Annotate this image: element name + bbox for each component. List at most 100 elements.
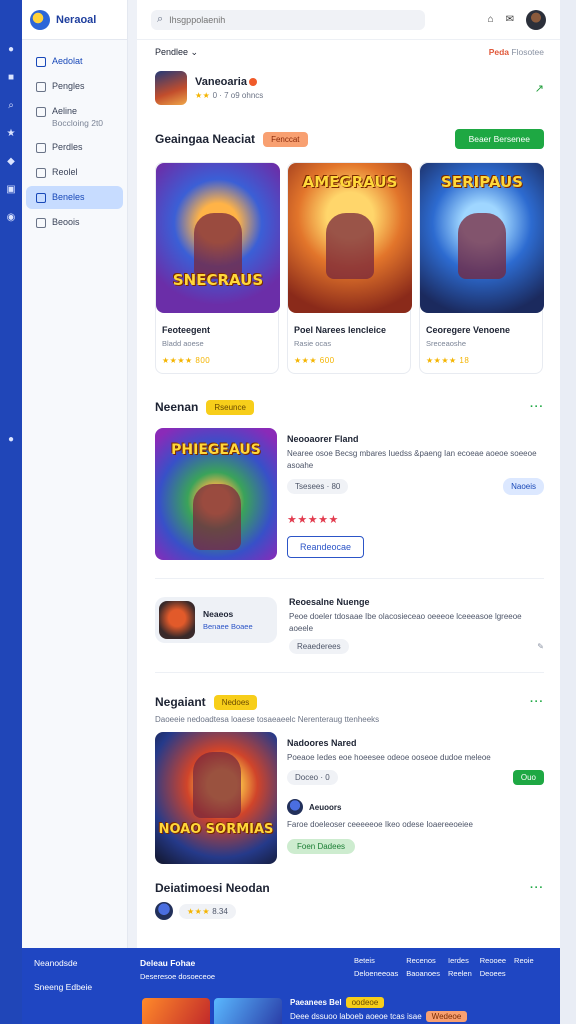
art-title: SNECRAUS	[172, 271, 264, 289]
home-icon	[36, 57, 46, 67]
footer: Neanodsde Sneeng Edbeie Deleau Fohae Des…	[22, 948, 560, 1024]
mini-feature: Neaeos Benaee Boaee Reoesalne Nuenge Peoe…	[155, 597, 544, 654]
footer-link[interactable]: Beteis	[354, 956, 398, 965]
filter-label: Pendlee	[155, 46, 189, 57]
card-rating-text: ★★★★ 18	[426, 356, 470, 365]
filter-right[interactable]: Peda Flosotee	[489, 47, 544, 57]
shield-icon[interactable]: ◆	[5, 156, 17, 168]
mini-side-button[interactable]: Reaederees	[289, 639, 349, 654]
footer-col1: Neanodsde Sneeng Edbeie	[34, 958, 92, 1006]
sidebar-item-title: Aeline	[52, 106, 78, 116]
filter-right-a: Peda	[488, 47, 510, 57]
info-icon[interactable]: ●	[5, 434, 17, 446]
review-row: ★★★ 8.34	[155, 902, 544, 920]
share-icon[interactable]: ↗	[535, 82, 544, 95]
footer-link[interactable]: Deoees	[480, 969, 506, 978]
featured-meta: Doceo · 0 Ouo	[287, 770, 544, 785]
filter-dropdown[interactable]: Pendlee ⌄	[155, 47, 198, 58]
mini-sub: Benaee Boaee	[203, 622, 253, 631]
divider	[155, 672, 544, 673]
category-chip[interactable]: Naoeis	[503, 478, 544, 495]
more-icon[interactable]: ···	[530, 401, 544, 413]
search-icon: ⌕	[157, 13, 164, 25]
more-icon[interactable]: ···	[530, 882, 544, 894]
search-input[interactable]	[169, 14, 400, 25]
read-more-button[interactable]: Reandeocae	[287, 536, 365, 558]
footer-title: Deleau Fohae	[140, 958, 196, 968]
sidebar-item-5[interactable]: Beneles	[26, 186, 123, 209]
card-sub: Rasie ocas	[294, 339, 332, 348]
status-badge[interactable]: Ouo	[512, 770, 544, 785]
book-icon[interactable]: ▣	[5, 184, 17, 196]
game-card[interactable]: SERIPAUS Ceoregere Venoene Sreceaoshe ★★…	[419, 162, 544, 374]
settings-icon[interactable]: ◉	[5, 212, 17, 224]
sidebar-item-6[interactable]: Beoois	[26, 211, 123, 234]
price-pill: Tsesees · 80	[287, 479, 349, 494]
green-pill[interactable]: Foen Dadees	[287, 839, 356, 854]
sidebar-item-2[interactable]: Aeline Boccloing 2t0	[26, 100, 123, 134]
sidebar-item-1[interactable]: Pengles	[26, 75, 123, 98]
box-icon	[36, 107, 46, 117]
profile-name: Vaneoaria	[195, 76, 263, 88]
filter-bar: Pendlee ⌄ Peda Flosotee	[155, 40, 544, 64]
footer-tag: Wedeoe	[425, 1011, 468, 1022]
grid-icon[interactable]: ■	[5, 72, 17, 84]
bell-icon[interactable]: ⌂	[488, 14, 494, 25]
chat-icon[interactable]: ✉	[506, 14, 514, 25]
footer-link[interactable]: Ierdes	[448, 956, 472, 965]
sidebar-nav: Aedolat Pengles Aeline Boccloing 2t0 Perd…	[22, 40, 127, 234]
footer-sub: Deseresoe dosoeceoe	[140, 972, 216, 981]
user-avatar[interactable]	[526, 9, 546, 30]
section-tag: Rseunce	[206, 399, 254, 415]
home-icon[interactable]: ●	[5, 44, 17, 56]
footer-link[interactable]: Sneeng Edbeie	[34, 982, 92, 992]
featured-art[interactable]: PHIEGEAUS	[155, 428, 277, 560]
footer-link[interactable]: Reoie	[514, 956, 534, 965]
footer-link[interactable]: Neanodsde	[34, 958, 92, 968]
section-subtitle: Daoeeie nedoadtesa loaese tosaeaeelc Ner…	[155, 715, 380, 724]
search-icon[interactable]: ⌕	[5, 100, 17, 112]
section-tag: Fenccat	[263, 131, 308, 147]
more-icon[interactable]: ···	[530, 696, 544, 708]
game-card[interactable]: SNECRAUS Feoteegent Bladd aoese ★★★★ 800	[155, 162, 280, 374]
footer-thumbnail[interactable]	[142, 998, 210, 1024]
footer-link[interactable]: Recenos	[406, 956, 440, 965]
card-name: Ceoregere Venoene	[426, 325, 511, 335]
card-name: Poel Narees Iencleice	[294, 325, 387, 335]
mini-title: Neaeos	[203, 609, 234, 619]
mini-card[interactable]: Neaeos Benaee Boaee	[155, 597, 277, 643]
profile-meta: ★★ 0 · 7 o9 ohncs	[195, 91, 263, 100]
edit-icon[interactable]: ✎	[537, 642, 544, 651]
card-rating-text: ★★★ 600	[294, 356, 335, 365]
sidebar-item-0[interactable]: Aedolat	[26, 50, 123, 73]
footer-feature-desc: Deee dssuoo laboeb aoeoe tcas isae Wedeoe	[290, 1011, 468, 1022]
footer-feature-desc-text: Deee dssuoo laboeb aoeoe tcas isae	[290, 1012, 422, 1021]
profile-row[interactable]: Vaneoaria ★★ 0 · 7 o9 ohncs ↗	[155, 64, 544, 112]
author-row: Aeuoors	[287, 799, 544, 815]
hero-figure	[194, 213, 242, 279]
hero-figure	[458, 213, 506, 279]
featured-art[interactable]: NOAO SORMIAS	[155, 732, 277, 864]
featured-meta: Tsesees · 80 Naoeis	[287, 478, 544, 495]
footer-link[interactable]: Baoanoes	[406, 969, 440, 978]
review-count: 8.34	[212, 906, 228, 916]
footer-link[interactable]: Deloeneeoas	[354, 969, 398, 978]
card-rating-text: ★★★★ 800	[162, 356, 211, 365]
brand-logo	[30, 9, 50, 30]
author-name: Aeuoors	[309, 802, 342, 812]
art-title: AMEGRAUS	[302, 173, 398, 191]
search-bar[interactable]: ⌕	[151, 9, 425, 30]
featured-rating-text: ★★★★★	[287, 514, 339, 526]
footer-thumbnail[interactable]	[214, 998, 282, 1024]
footer-link[interactable]: Reooee	[480, 956, 506, 965]
footer-link[interactable]: Reelen	[448, 969, 472, 978]
profile-avatar	[155, 71, 187, 105]
star-icon[interactable]: ★	[5, 128, 17, 140]
content: Pendlee ⌄ Peda Flosotee Vaneoaria ★★ 0 ·…	[137, 40, 560, 920]
game-card[interactable]: AMEGRAUS Poel Narees Iencleice Rasie oca…	[287, 162, 412, 374]
browse-button[interactable]: Beaer Bersenee	[454, 129, 544, 149]
left-rail: ● ■ ⌕ ★ ◆ ▣ ◉ ●	[0, 0, 22, 1024]
sidebar-item-3[interactable]: Perdles	[26, 136, 123, 159]
sidebar-item-4[interactable]: Reolel	[26, 161, 123, 184]
filter-right-b: Flosotee	[511, 47, 544, 57]
